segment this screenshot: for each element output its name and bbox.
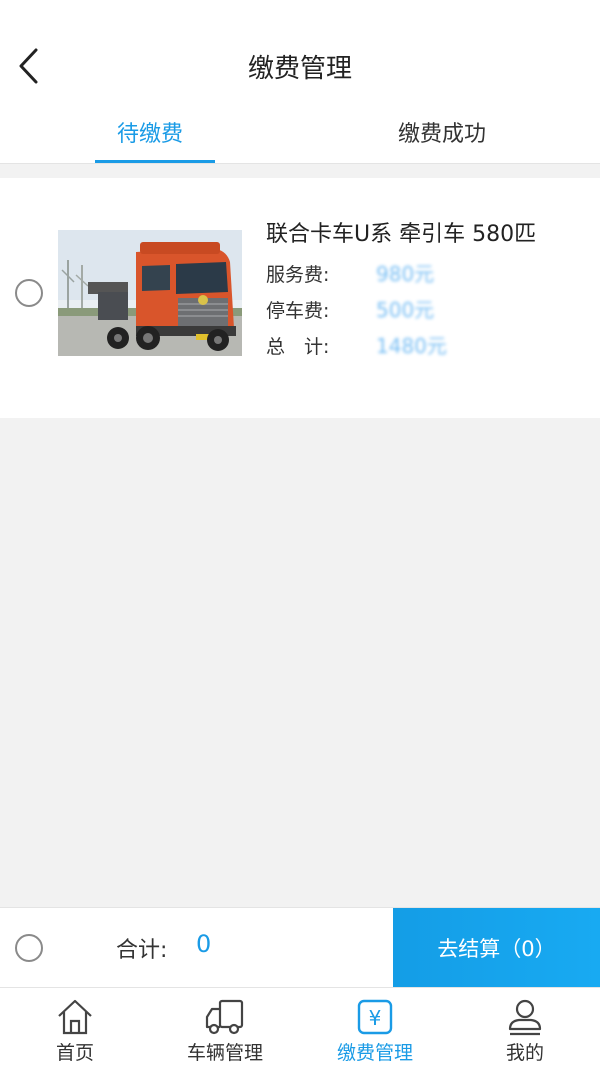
- yen-icon: ¥: [354, 996, 396, 1038]
- page-title: 缴费管理: [247, 54, 352, 84]
- nav-payment-label: 缴费管理: [336, 1042, 413, 1064]
- item-select-radio[interactable]: [15, 279, 43, 307]
- parking-fee-value: 500元: [376, 298, 435, 322]
- select-all-radio[interactable]: [15, 934, 43, 962]
- total-fee-row: 总 计: 1480元: [266, 330, 447, 359]
- tab-paid[interactable]: 缴费成功: [292, 100, 592, 164]
- header: 缴费管理: [0, 0, 600, 100]
- nav-vehicles[interactable]: 车辆管理: [150, 988, 300, 1067]
- bottom-nav: 首页 车辆管理 ¥ 缴费管理 我的: [0, 987, 600, 1067]
- truck-photo: [58, 230, 242, 356]
- nav-home[interactable]: 首页: [0, 988, 150, 1067]
- svg-text:¥: ¥: [369, 1006, 382, 1030]
- nav-payment[interactable]: ¥ 缴费管理: [300, 988, 450, 1067]
- tab-pending[interactable]: 待缴费: [0, 100, 300, 164]
- truck-icon: [204, 996, 246, 1038]
- total-value: 0: [196, 930, 212, 958]
- parking-fee-row: 停车费: 500元: [266, 294, 434, 323]
- parking-fee-label: 停车费:: [266, 300, 330, 322]
- nav-profile[interactable]: 我的: [450, 988, 600, 1067]
- total-fee-value: 1480元: [376, 334, 447, 358]
- checkout-bar: 合计: 0 去结算（0）: [0, 907, 600, 988]
- checkout-button[interactable]: 去结算（0）: [393, 908, 600, 988]
- tab-bar: 待缴费 缴费成功: [0, 100, 600, 164]
- nav-profile-label: 我的: [505, 1042, 544, 1064]
- active-tab-indicator: [95, 160, 215, 163]
- service-fee-row: 服务费: 980元: [266, 258, 434, 287]
- total-fee-label: 总 计:: [266, 336, 330, 358]
- service-fee-label: 服务费:: [266, 264, 330, 286]
- nav-home-label: 首页: [55, 1042, 94, 1064]
- home-icon: [54, 996, 96, 1038]
- list-item[interactable]: 联合卡车U系 牵引车 580匹 服务费: 980元 停车费: 500元 总 计: 14…: [0, 178, 600, 418]
- nav-vehicles-label: 车辆管理: [186, 1042, 263, 1064]
- total-label: 合计:: [116, 938, 168, 963]
- user-icon: [504, 996, 546, 1038]
- item-title: 联合卡车U系 牵引车 580匹: [266, 222, 537, 247]
- service-fee-value: 980元: [376, 262, 435, 286]
